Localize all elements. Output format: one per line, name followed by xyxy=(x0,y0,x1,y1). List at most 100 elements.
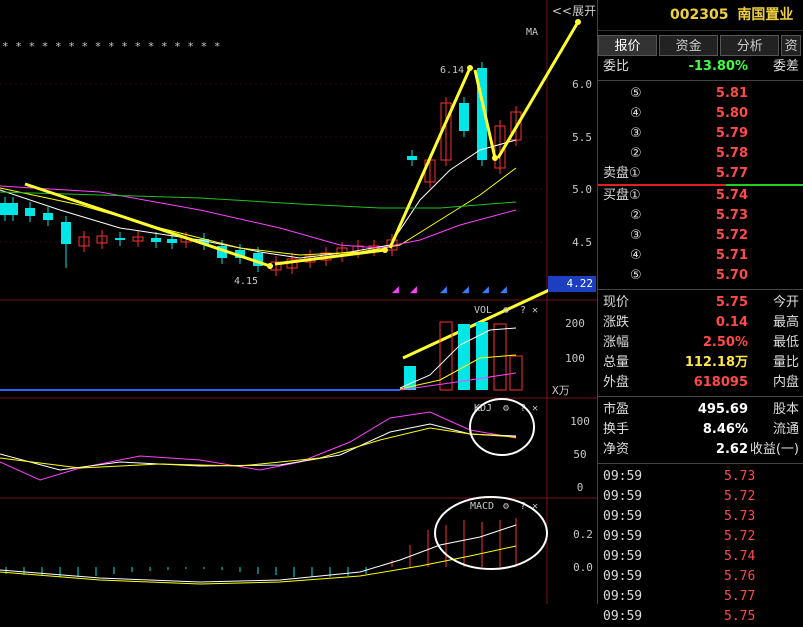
macd-tick-label: 0.2 xyxy=(573,528,593,541)
ma-label: MA xyxy=(526,27,538,38)
candle-body-down xyxy=(25,208,35,216)
sell-level-row: ⑤ 5.81 xyxy=(598,84,803,104)
candle-body-down xyxy=(459,103,469,131)
stat-label-2: 量比 xyxy=(772,355,799,370)
candle-body-down xyxy=(43,213,53,220)
buy-price: 5.71 xyxy=(715,248,748,263)
trade-time: 09:59 xyxy=(603,549,643,564)
expand-button[interactable]: <<展开 xyxy=(552,2,596,19)
tab-analysis[interactable]: 分析 xyxy=(720,35,780,56)
trade-row[interactable]: 09:59 5.77 xyxy=(598,587,803,607)
stat-label: 涨跌 xyxy=(603,315,630,330)
kline-chart-svg[interactable]: 6.0 5.5 5.0 4.5 MA * * * * * * * * * * * * * … xyxy=(0,0,597,604)
trade-time: 09:59 xyxy=(603,489,643,504)
sell-level-row: ④ 5.80 xyxy=(598,104,803,124)
low-annotation: 4.15 xyxy=(234,276,258,287)
tab-quote[interactable]: 报价 xyxy=(598,35,658,56)
trade-row[interactable]: 09:59 5.76 xyxy=(598,567,803,587)
close-icon: ✕ xyxy=(532,403,538,414)
buy-level-row: 买盘① 5.74 xyxy=(598,186,803,206)
divider xyxy=(598,463,803,464)
sell-price: 5.80 xyxy=(715,106,748,121)
sell-level-label: ② xyxy=(630,146,642,161)
signal-marker: ◢ xyxy=(462,285,469,295)
sell-level-row: ② 5.78 xyxy=(598,144,803,164)
candle-body-down xyxy=(151,238,161,242)
tab-funds[interactable]: 资金 xyxy=(659,35,719,56)
buy-orders: 买盘① 5.74 ② 5.73 ③ 5.72 ④ 5.71 ⑤ 5.70 xyxy=(598,186,803,286)
signal-marker: ◢ xyxy=(392,285,399,295)
stat-label-2: 收益(一) xyxy=(749,442,799,457)
trade-price: 5.76 xyxy=(724,569,756,584)
trade-row[interactable]: 09:59 5.72 xyxy=(598,527,803,547)
stat-row: 外盘 618095 内盘 xyxy=(598,373,803,393)
sell-level-row: 卖盘① 5.77 xyxy=(598,164,803,184)
kdj-tick-label: 0 xyxy=(577,481,584,494)
stat-row: 涨跌 0.14 最高 xyxy=(598,313,803,333)
stat-label: 外盘 xyxy=(603,375,630,390)
trade-price: 5.72 xyxy=(724,529,756,544)
stat-label-2: 内盘 xyxy=(772,375,799,390)
stat-value: 112.18万 xyxy=(684,355,748,370)
buy-price: 5.73 xyxy=(715,208,748,223)
trade-price: 5.73 xyxy=(724,509,756,524)
gear-icon: ⚙ xyxy=(502,305,509,316)
sell-orders: ⑤ 5.81 ④ 5.80 ③ 5.79 ② 5.78 卖盘① 5.77 xyxy=(598,84,803,184)
stat-label: 现价 xyxy=(603,295,630,310)
sell-price: 5.78 xyxy=(715,146,748,161)
signal-marker: ◢ xyxy=(500,285,507,295)
sell-level-label: ⑤ xyxy=(630,86,642,101)
trade-price: 5.74 xyxy=(724,549,756,564)
trade-row[interactable]: 09:59 5.73 xyxy=(598,507,803,527)
close-icon: ✕ xyxy=(532,305,538,316)
current-price-marker: 4.22 xyxy=(548,276,596,292)
panel-tabs: 报价 资金 分析 资 xyxy=(598,35,803,57)
stat-row: 换手 8.46% 流通 xyxy=(598,420,803,440)
buy-level-label: ⑤ xyxy=(630,268,642,283)
vol-unit-label: X万 xyxy=(552,384,570,397)
tab-more[interactable]: 资 xyxy=(781,35,801,56)
sell-level-label: 卖盘① xyxy=(603,166,641,181)
trade-row[interactable]: 09:59 5.75 xyxy=(598,607,803,627)
signal-marker: ◢ xyxy=(410,285,417,295)
candle-body-down xyxy=(61,222,71,244)
sell-price: 5.77 xyxy=(715,166,748,181)
ma5-line xyxy=(0,139,517,259)
trend-arrow-projection xyxy=(496,21,580,159)
quote-panel: 002305 南国置业 报价 资金 分析 资 委比 -13.80% 委差 ⑤ 5.… xyxy=(597,0,803,624)
stat-value: 2.50% xyxy=(702,335,748,350)
trade-row[interactable]: 09:59 5.72 xyxy=(598,487,803,507)
stat-label: 换手 xyxy=(603,422,630,437)
kdj-j-line xyxy=(0,411,517,481)
sell-price: 5.79 xyxy=(715,126,748,141)
stars-row: * * * * * * * * * * * * * * * * * xyxy=(2,40,221,53)
stat-row: 涨幅 2.50% 最低 xyxy=(598,333,803,353)
buy-level-row: ⑤ 5.70 xyxy=(598,266,803,286)
trade-price: 5.72 xyxy=(724,489,756,504)
vol-tick-label: 100 xyxy=(565,352,585,365)
trade-row[interactable]: 09:59 5.73 xyxy=(598,467,803,487)
trade-row[interactable]: 09:59 5.74 xyxy=(598,547,803,567)
signal-marker: ◢ xyxy=(440,285,447,295)
stats-block: 现价 5.75 今开 涨跌 0.14 最高 涨幅 2.50% 最低 总量 112.18万 量比 外盘 61… xyxy=(598,293,803,393)
buy-level-label: ② xyxy=(630,208,642,223)
macd-label: MACD xyxy=(470,501,494,512)
buy-level-row: ③ 5.72 xyxy=(598,226,803,246)
weibi-label: 委比 xyxy=(603,59,630,74)
volume-bar-up xyxy=(439,321,453,391)
stat-value: 495.69 xyxy=(697,402,748,417)
sell-price: 5.81 xyxy=(715,86,748,101)
stat-label-2: 股本 xyxy=(772,402,799,417)
trade-list[interactable]: 09:59 5.73 09:59 5.72 09:59 5.73 09:59 5.72 09:5… xyxy=(598,467,803,627)
stat-value: 618095 xyxy=(693,375,748,390)
gear-icon: ⚙ xyxy=(502,501,509,512)
kdj-d-line xyxy=(0,427,517,469)
kline-chart[interactable]: 6.0 5.5 5.0 4.5 MA * * * * * * * * * * * * * … xyxy=(0,0,597,604)
ma20-line xyxy=(0,185,517,249)
buy-level-row: ④ 5.71 xyxy=(598,246,803,266)
stock-header: 002305 南国置业 xyxy=(598,0,803,31)
divider xyxy=(598,80,803,81)
kdj-tick-label: 100 xyxy=(570,415,590,428)
stat-label: 净资 xyxy=(603,442,630,457)
arrow-head xyxy=(575,19,581,25)
